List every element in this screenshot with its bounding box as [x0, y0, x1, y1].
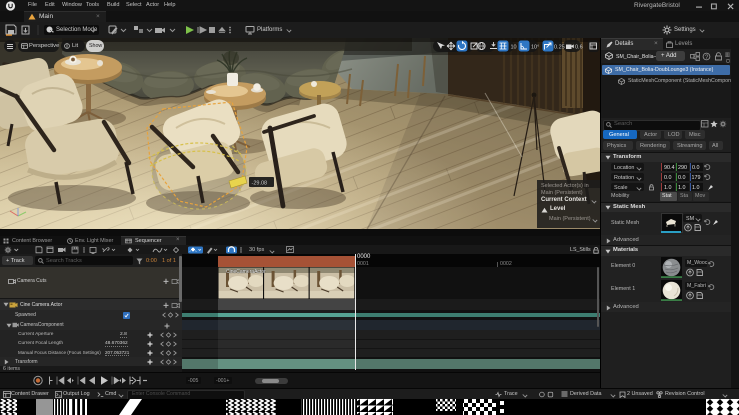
svg-text:0.25: 0.25 [554, 44, 565, 50]
svg-text:-29.08: -29.08 [252, 181, 268, 187]
svg-text:10: 10 [511, 44, 517, 50]
svg-text:0.6: 0.6 [575, 44, 583, 50]
svg-text:10°: 10° [531, 44, 539, 50]
svg-text:?: ? [705, 55, 709, 61]
